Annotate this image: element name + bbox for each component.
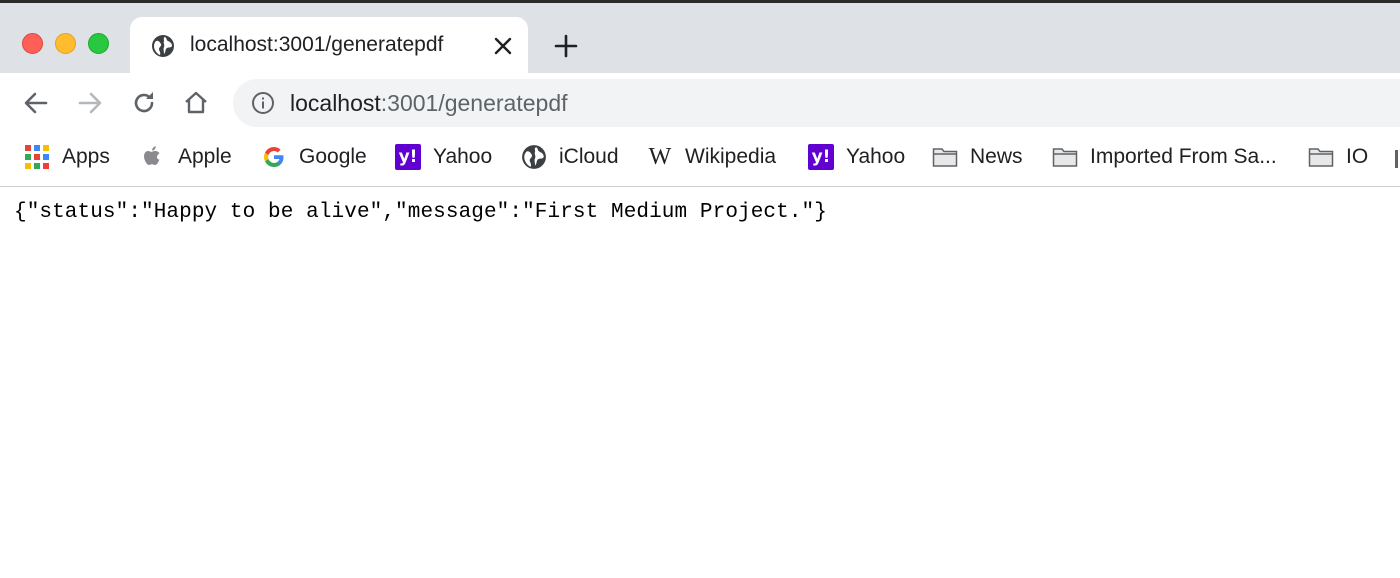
bookmark-yahoo[interactable]: y! Yahoo (395, 143, 492, 171)
tab-strip: localhost:3001/generatepdf (0, 3, 1400, 73)
globe-icon (152, 35, 174, 57)
globe-icon (522, 145, 546, 169)
bookmark-label: News (970, 145, 1023, 168)
bookmark-yahoo-2[interactable]: y! Yahoo (808, 143, 905, 171)
toolbar-divider (0, 186, 1400, 187)
window-minimize-button[interactable] (55, 33, 76, 54)
back-arrow-icon[interactable] (22, 89, 50, 117)
new-tab-plus-icon[interactable] (554, 34, 578, 58)
google-icon (264, 147, 284, 167)
bookmark-icloud[interactable]: iCloud (521, 143, 619, 171)
bookmark-label: Google (299, 145, 367, 168)
bookmark-wikipedia[interactable]: W Wikipedia (647, 143, 776, 171)
yahoo-icon: y! (395, 144, 421, 170)
yahoo-icon: y! (808, 144, 834, 170)
bookmark-label: IO (1346, 145, 1369, 168)
url-host: localhost (290, 90, 381, 116)
bookmark-label: Wikipedia (685, 145, 777, 168)
bookmark-label: Apple (178, 145, 232, 168)
bookmark-folder-imported[interactable]: Imported From Sa... (1052, 143, 1277, 171)
window-zoom-button[interactable] (88, 33, 109, 54)
folder-icon (1052, 148, 1078, 167)
folder-icon (1308, 148, 1334, 167)
bookmark-label: Yahoo (846, 145, 906, 168)
bookmarks-bar: Apps Apple Google y! Yahoo iCloud W Wiki… (0, 131, 1400, 186)
json-response-text: {"status":"Happy to be alive","message":… (14, 201, 827, 224)
active-tab[interactable]: localhost:3001/generatepdf (130, 17, 528, 73)
bookmark-label: Yahoo (433, 145, 493, 168)
apps-grid-icon (25, 145, 49, 169)
browser-toolbar: localhost:3001/generatepdf (0, 73, 1400, 131)
bookmark-apple[interactable]: Apple (140, 143, 232, 171)
tab-title: localhost:3001/generatepdf (190, 33, 444, 56)
info-icon[interactable] (251, 91, 275, 115)
bookmark-label: iCloud (559, 145, 619, 168)
home-icon[interactable] (182, 89, 210, 117)
wikipedia-icon: W (648, 144, 672, 170)
bookmark-folder-io[interactable]: IO (1308, 143, 1368, 171)
url-path: :3001/generatepdf (380, 90, 568, 116)
bookmarks-overflow-icon[interactable] (1392, 148, 1400, 170)
forward-arrow-icon[interactable] (76, 89, 104, 117)
window-close-button[interactable] (22, 33, 43, 54)
bookmark-label: Imported From Sa... (1090, 145, 1277, 168)
address-bar[interactable]: localhost:3001/generatepdf (233, 79, 1400, 127)
bookmark-google[interactable]: Google (261, 143, 367, 171)
bookmark-folder-news[interactable]: News (932, 143, 1023, 171)
reload-icon[interactable] (130, 89, 158, 117)
close-icon[interactable] (492, 35, 514, 57)
bookmark-label: Apps (62, 145, 110, 168)
url-text[interactable]: localhost:3001/generatepdf (290, 90, 568, 117)
bookmark-apps[interactable]: Apps (24, 143, 110, 171)
apple-icon (144, 146, 160, 165)
folder-icon (932, 148, 958, 167)
